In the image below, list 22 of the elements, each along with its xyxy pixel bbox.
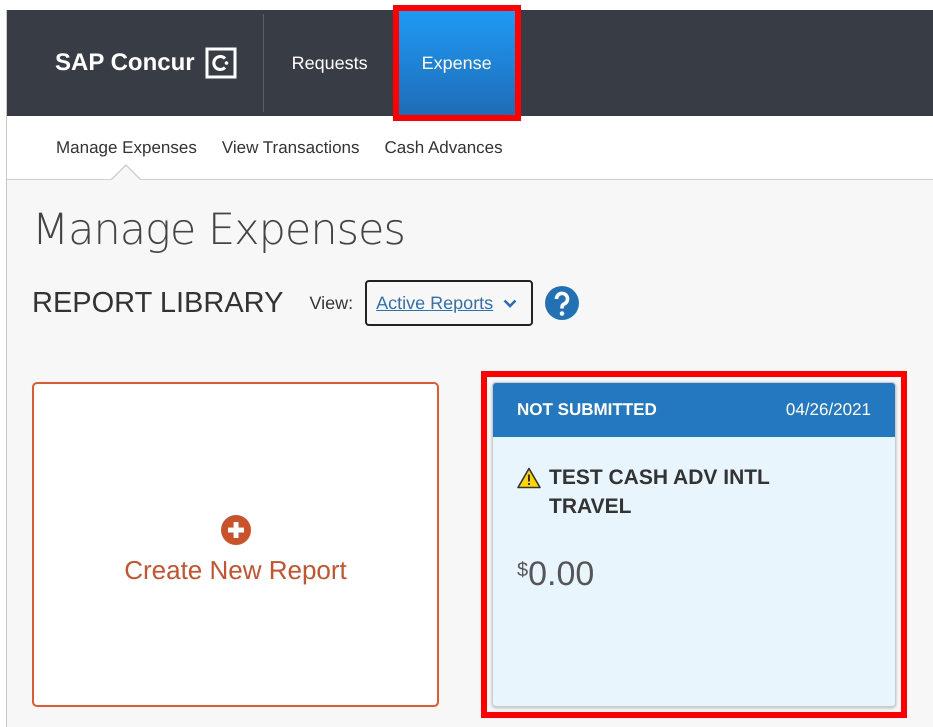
subnav-tab[interactable]: View Transactions — [222, 116, 360, 179]
page-title: Manage Expenses — [32, 204, 406, 257]
report-name: TEST CASH ADV INTL TRAVEL — [549, 465, 771, 520]
currency-symbol: $ — [517, 559, 528, 582]
brand-name: SAP Concur — [55, 49, 195, 77]
nav-tab[interactable]: Requests — [276, 10, 384, 116]
section-heading: REPORT LIBRARY — [32, 286, 284, 320]
create-report-label: Create New Report — [124, 555, 347, 586]
create-report-card[interactable]: Create New Report — [32, 382, 439, 707]
status-label: NOT SUBMITTED — [517, 400, 657, 420]
plus-icon — [220, 515, 250, 545]
help-icon[interactable] — [545, 286, 580, 320]
report-card[interactable]: NOT SUBMITTED 04/26/2021 TEST CASH ADV INTL TRAVEL $0.00 — [492, 382, 896, 707]
subnav-tab[interactable]: Cash Advances — [384, 116, 503, 179]
nav-tab[interactable]: Expense — [398, 10, 516, 116]
report-amount: 0.00 — [528, 555, 594, 594]
view-label: View: — [309, 292, 354, 314]
report-date: 04/26/2021 — [786, 400, 871, 420]
logo-icon — [204, 47, 237, 79]
view-dropdown[interactable]: Active Reports — [365, 280, 534, 326]
chevron-down-icon — [503, 298, 518, 308]
subnav-tab[interactable]: Manage Expenses — [56, 116, 197, 179]
